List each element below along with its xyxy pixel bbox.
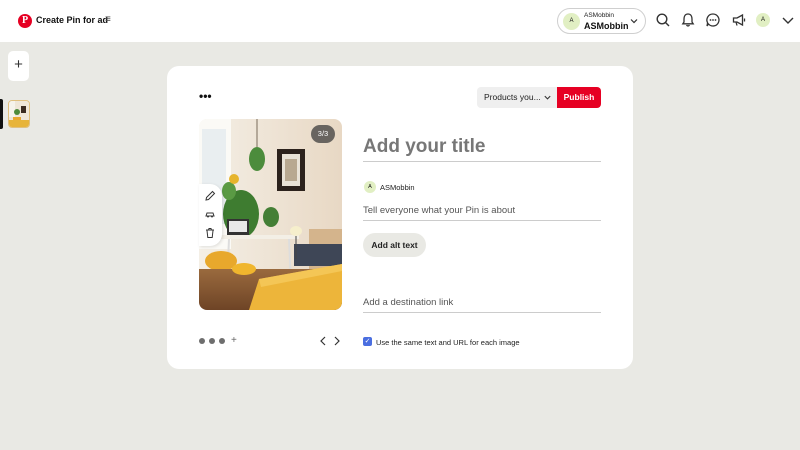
same-text-checkbox[interactable]: ✓	[363, 337, 372, 346]
chevron-down-icon	[544, 95, 551, 100]
product-tag-icon[interactable]	[204, 208, 216, 220]
description-input[interactable]	[363, 205, 601, 221]
carousel-dot[interactable]	[199, 338, 205, 344]
title-input[interactable]	[363, 136, 601, 162]
edit-pencil-icon[interactable]	[204, 190, 216, 202]
publish-button[interactable]: Publish	[557, 87, 601, 108]
account-name: ASMobbin	[584, 21, 629, 31]
add-image-button[interactable]: +	[231, 335, 237, 346]
more-options-button[interactable]: •••	[199, 90, 212, 102]
selected-draft-indicator	[0, 99, 3, 129]
chevron-right-icon[interactable]	[333, 336, 341, 346]
account-avatar: A	[563, 13, 580, 30]
destination-link-input[interactable]	[363, 297, 601, 313]
delete-trash-icon[interactable]	[204, 227, 216, 239]
products-dropdown[interactable]: Products you...	[477, 87, 557, 108]
top-header: P Create Pin for ad ≡ A ASMobbin ASMobbi…	[0, 0, 800, 42]
image-counter-badge: 3/3	[311, 125, 335, 143]
search-icon[interactable]	[655, 12, 671, 28]
add-alt-text-button[interactable]: Add alt text	[363, 233, 426, 257]
chevron-down-icon[interactable]	[781, 13, 795, 27]
account-switcher[interactable]: A ASMobbin ASMobbin	[557, 8, 646, 34]
chevron-down-icon	[630, 19, 638, 24]
author-avatar: A	[364, 181, 376, 193]
author-name: ASMobbin	[380, 183, 415, 192]
messages-icon[interactable]	[705, 12, 721, 28]
draft-thumbnail[interactable]	[8, 100, 30, 128]
pinterest-logo-icon[interactable]: P	[18, 14, 32, 28]
draft-thumbnail-image	[9, 101, 29, 127]
chevron-left-icon[interactable]	[319, 336, 327, 346]
account-handle: ASMobbin	[584, 12, 614, 19]
add-pin-button[interactable]: +	[8, 51, 29, 81]
menu-icon[interactable]: ≡	[105, 14, 111, 25]
carousel-dot[interactable]	[219, 338, 225, 344]
products-dropdown-label: Products you...	[484, 92, 541, 102]
notifications-icon[interactable]	[680, 12, 696, 28]
user-avatar[interactable]: A	[756, 13, 770, 27]
carousel-dot[interactable]	[209, 338, 215, 344]
create-pin-card: ••• Products you... Publish 3/3 + Add yo…	[167, 66, 633, 369]
ads-megaphone-icon[interactable]	[731, 12, 747, 28]
image-tools	[199, 184, 222, 246]
page-title: Create Pin for ad	[36, 15, 109, 25]
same-text-checkbox-label: Use the same text and URL for each image	[376, 338, 520, 347]
